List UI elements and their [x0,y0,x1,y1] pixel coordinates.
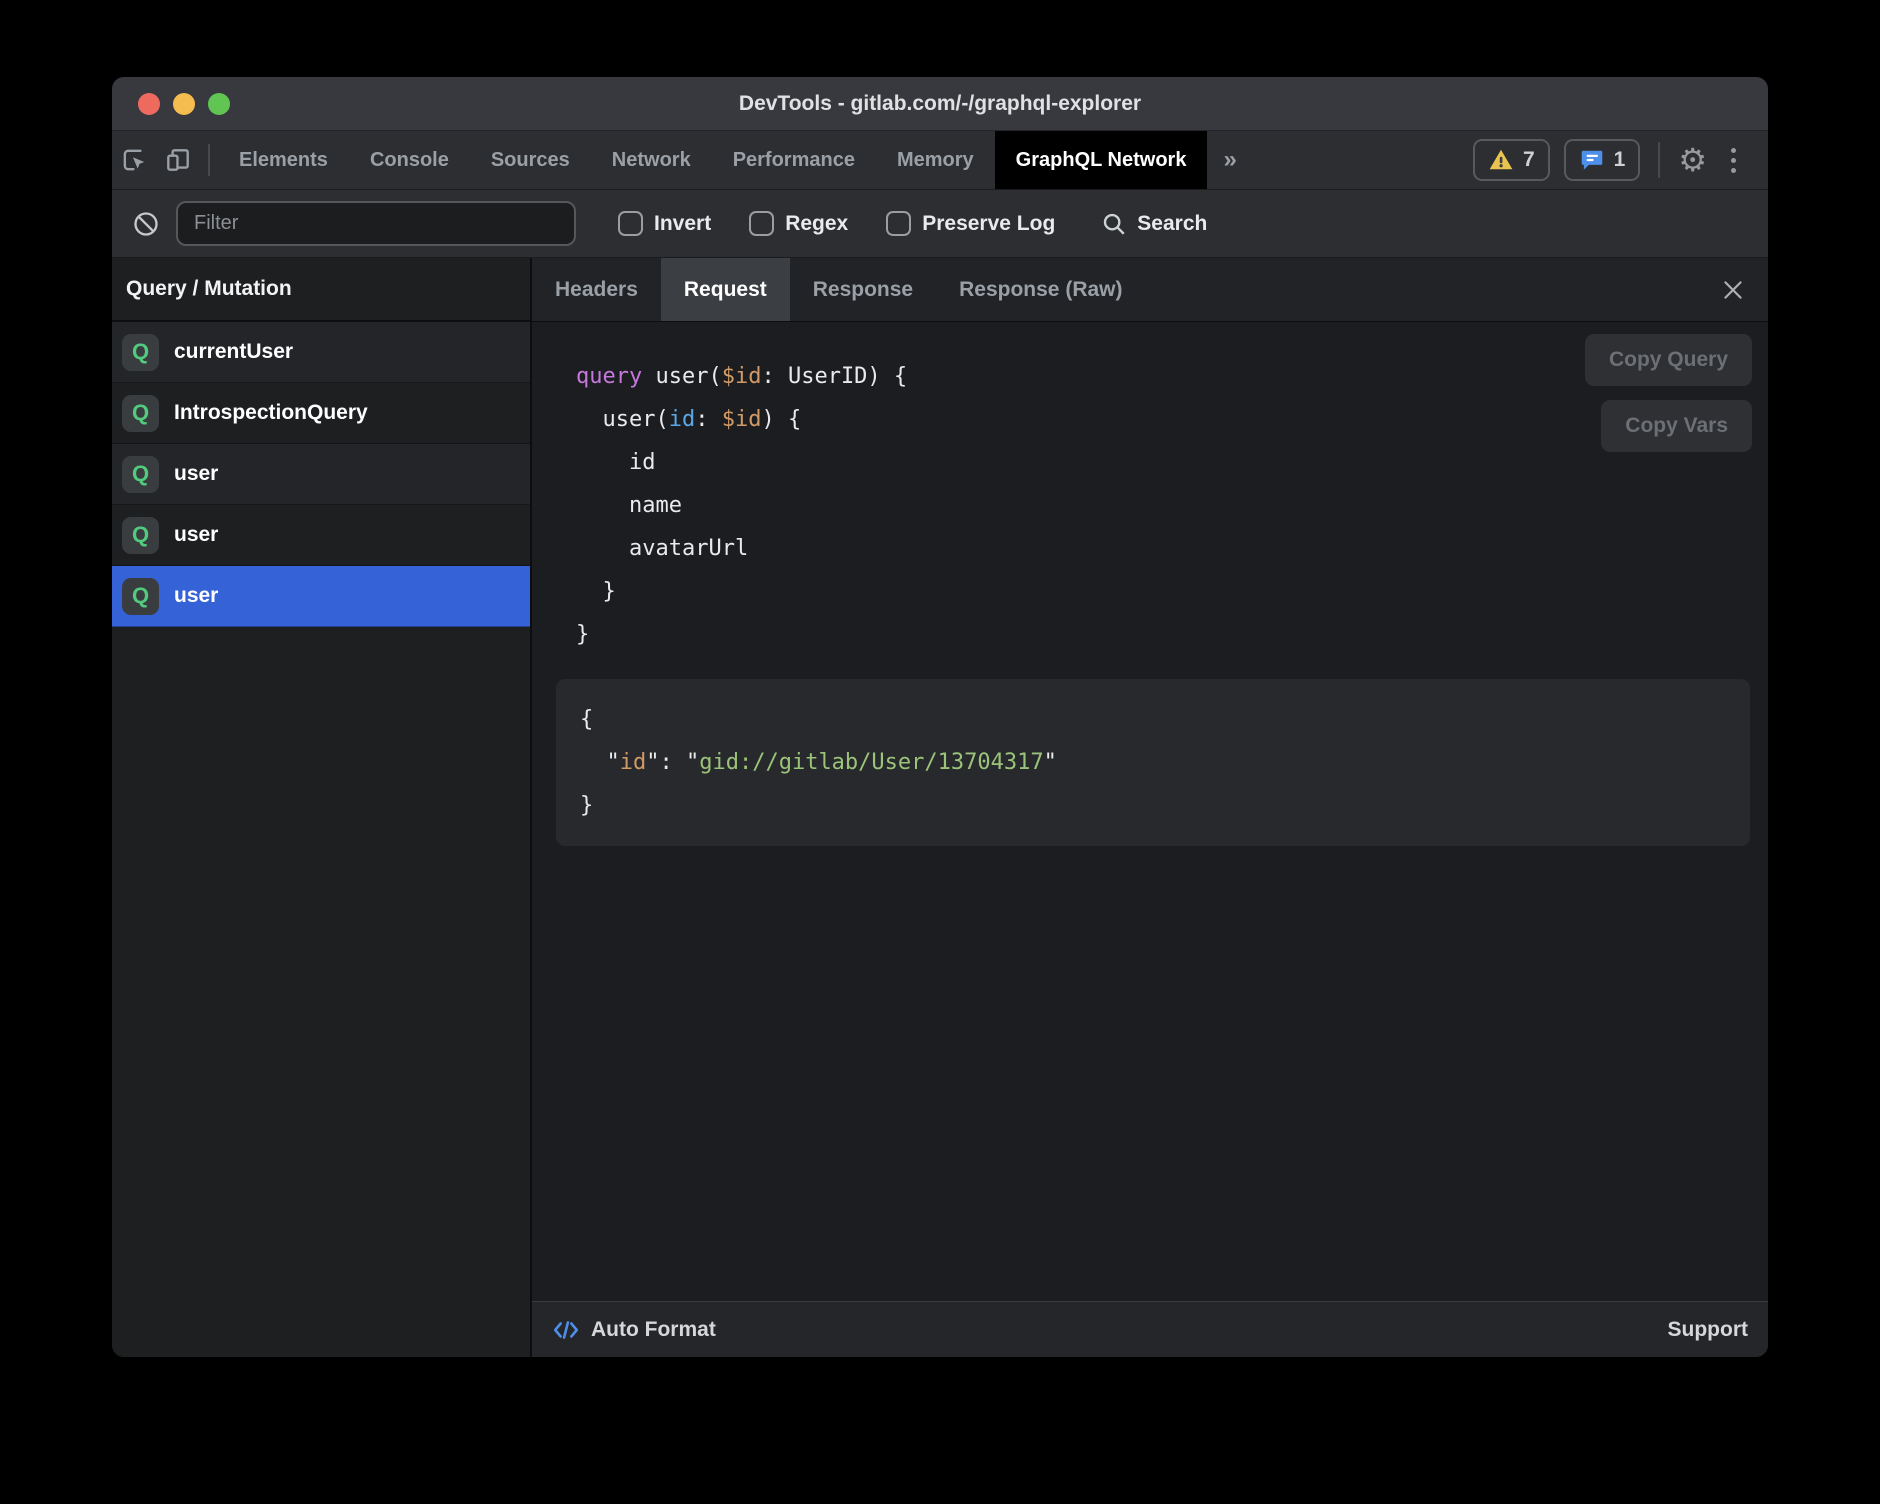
detail-panel: HeadersRequestResponseResponse (Raw) Cop… [532,258,1768,1357]
main-area: Query / Mutation QcurrentUserQIntrospect… [112,258,1768,1357]
panel-footer: Auto Format Support [532,1301,1768,1357]
panel-tab-response-raw[interactable]: Response (Raw) [936,258,1145,321]
titlebar: DevTools - gitlab.com/-/graphql-explorer [112,77,1768,131]
panel-tab-response[interactable]: Response [790,258,936,321]
code-line: "id": "gid://gitlab/User/13704317" [580,741,1750,784]
toolbar-divider [1658,142,1660,178]
code-line: } [580,784,1750,827]
query-name-label: IntrospectionQuery [174,401,368,425]
copy-buttons: Copy Query Copy Vars [1585,334,1752,452]
variables-code: { "id": "gid://gitlab/User/13704317"} [580,698,1750,827]
query-name-label: user [174,462,218,486]
query-list-item[interactable]: Q IntrospectionQuery [112,383,530,444]
devtools-tab-sources[interactable]: Sources [470,131,591,189]
block-icon[interactable] [132,210,160,238]
sidebar-header: Query / Mutation [112,258,530,322]
devtools-tab-memory[interactable]: Memory [876,131,995,189]
code-line: avatarUrl [576,527,1768,570]
filter-input[interactable] [176,201,576,246]
invert-label: Invert [654,212,711,236]
query-list-item[interactable]: Quser [112,505,530,566]
search-label: Search [1137,212,1207,236]
query-name-label: user [174,584,218,608]
settings-gear-icon[interactable]: ⚙ [1678,144,1707,176]
preserve-log-label: Preserve Log [922,212,1055,236]
query-type-badge: Q [122,578,159,615]
copy-query-button[interactable]: Copy Query [1585,334,1752,386]
filter-checkboxes: Invert Regex Preserve Log [618,211,1055,236]
warnings-count: 7 [1523,148,1535,172]
query-list-item[interactable]: Quser [112,566,530,627]
invert-checkbox[interactable] [618,211,643,236]
messages-count: 1 [1614,148,1626,172]
preserve-log-checkbox[interactable] [886,211,911,236]
devtools-tab-graphql-network[interactable]: GraphQL Network [995,131,1208,189]
panel-tabbar: HeadersRequestResponseResponse (Raw) [532,258,1768,322]
query-sidebar: Query / Mutation QcurrentUserQIntrospect… [112,258,532,1357]
toolbar-divider [208,144,210,176]
query-type-badge: Q [122,334,159,371]
auto-format-button[interactable]: Auto Format [552,1316,716,1344]
toolbar-right: 7 1 ⚙ [1473,131,1768,189]
warning-icon [1488,147,1514,173]
query-list-item[interactable]: QcurrentUser [112,322,530,383]
window-title: DevTools - gitlab.com/-/graphql-explorer [112,92,1768,116]
panel-tab-request[interactable]: Request [661,258,790,321]
regex-label: Regex [785,212,848,236]
more-options-icon[interactable] [1721,142,1746,179]
panel-tab-headers[interactable]: Headers [532,258,661,321]
close-panel-icon[interactable] [1698,258,1768,321]
code-line: } [576,613,1768,656]
variables-box: { "id": "gid://gitlab/User/13704317"} [556,679,1750,846]
devtools-tab-network[interactable]: Network [591,131,712,189]
traffic-lights [138,93,230,115]
device-toolbar-icon[interactable] [156,131,200,189]
fullscreen-window-button[interactable] [208,93,230,115]
query-name-label: currentUser [174,340,293,364]
code-brackets-icon [552,1316,580,1344]
devtools-tab-console[interactable]: Console [349,131,470,189]
query-name-label: user [174,523,218,547]
devtools-tab-performance[interactable]: Performance [712,131,876,189]
close-window-button[interactable] [138,93,160,115]
regex-checkbox[interactable] [749,211,774,236]
query-list: QcurrentUserQIntrospectionQueryQuserQuse… [112,322,530,1357]
copy-vars-button[interactable]: Copy Vars [1601,400,1752,452]
auto-format-label: Auto Format [591,1318,716,1342]
warnings-badge[interactable]: 7 [1473,139,1550,181]
panel-tabs: HeadersRequestResponseResponse (Raw) [532,258,1146,321]
code-line: name [576,484,1768,527]
code-line: } [576,570,1768,613]
regex-checkbox-control[interactable]: Regex [749,211,848,236]
message-icon [1579,147,1605,173]
invert-checkbox-control[interactable]: Invert [618,211,711,236]
search-icon [1101,211,1127,237]
code-line: { [580,698,1750,741]
query-type-badge: Q [122,517,159,554]
inspect-element-icon[interactable] [112,131,156,189]
request-tab-content: Copy Query Copy Vars query user($id: Use… [532,322,1768,1301]
minimize-window-button[interactable] [173,93,195,115]
devtools-tabbar: ElementsConsoleSourcesNetworkPerformance… [112,131,1768,190]
more-tabs-button[interactable]: » [1207,131,1252,189]
graphql-query-code: query user($id: UserID) { user(id: $id) … [532,322,1768,656]
messages-badge[interactable]: 1 [1564,139,1641,181]
query-type-badge: Q [122,395,159,432]
filter-toolbar: Invert Regex Preserve Log Search [112,190,1768,258]
devtools-tabbar-tabs: ElementsConsoleSourcesNetworkPerformance… [218,131,1207,189]
devtools-tab-elements[interactable]: Elements [218,131,349,189]
search-control[interactable]: Search [1101,211,1207,237]
preserve-log-checkbox-control[interactable]: Preserve Log [886,211,1055,236]
query-type-badge: Q [122,456,159,493]
query-list-item[interactable]: Quser [112,444,530,505]
support-link[interactable]: Support [1668,1318,1748,1342]
devtools-window: DevTools - gitlab.com/-/graphql-explorer… [112,77,1768,1357]
